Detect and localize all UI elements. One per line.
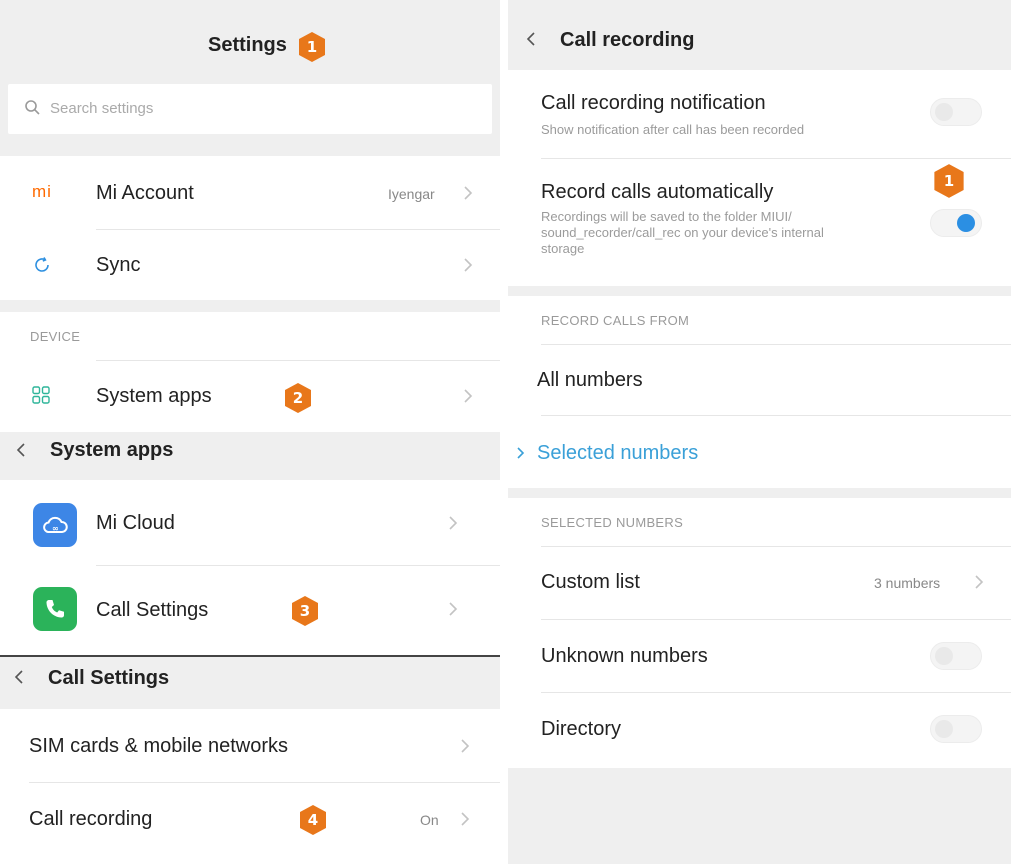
empty-area <box>508 768 1011 864</box>
directory-label: Directory <box>541 718 622 740</box>
settings-item-system-apps[interactable]: System apps 2 <box>0 361 500 432</box>
call-settings-label: Call Settings <box>96 599 209 621</box>
mi-account-label: Mi Account <box>96 182 194 204</box>
system-apps-title: System apps <box>50 439 174 461</box>
call-recording-value: On <box>420 812 439 828</box>
step-badge-icon: 3 <box>290 595 320 627</box>
sync-icon <box>35 257 49 272</box>
directory-toggle[interactable] <box>930 715 982 743</box>
mi-logo-icon: mi <box>32 182 52 201</box>
option-all-numbers[interactable]: All numbers <box>508 345 1011 415</box>
step-badge-icon: 4 <box>298 804 328 836</box>
back-chevron-icon[interactable] <box>524 29 538 49</box>
custom-list-row[interactable]: Custom list 3 numbers <box>508 547 1011 619</box>
chevron-right-icon <box>446 513 460 533</box>
search-placeholder: Search settings <box>50 100 154 117</box>
directory-row[interactable]: Directory <box>508 693 1011 767</box>
mi-cloud-label: Mi Cloud <box>96 512 175 534</box>
chevron-right-icon <box>458 736 472 756</box>
section-gap <box>0 300 500 312</box>
system-apps-label: System apps <box>96 385 212 407</box>
call-settings-item-call-recording[interactable]: Call recording 4 On <box>0 783 500 857</box>
chevron-right-icon <box>458 809 472 829</box>
search-icon <box>25 100 40 115</box>
custom-list-label: Custom list <box>541 571 640 593</box>
system-apps-item-mi-cloud[interactable]: ∞ Mi Cloud <box>0 480 500 566</box>
unknown-numbers-label: Unknown numbers <box>541 645 708 667</box>
auto-record-toggle[interactable] <box>930 209 982 237</box>
option-selected-numbers[interactable]: Selected numbers <box>508 416 1011 488</box>
settings-item-mi-account[interactable]: mi Mi Account Iyengar <box>0 156 500 230</box>
auto-record-title: Record calls automatically <box>541 181 774 203</box>
notification-toggle[interactable] <box>930 98 982 126</box>
panel-gap <box>500 0 508 864</box>
auto-record-row[interactable]: Record calls automatically Recordings wi… <box>508 159 1011 285</box>
back-chevron-icon[interactable] <box>14 440 28 460</box>
call-recording-title: Call recording <box>560 29 695 51</box>
system-apps-item-call-settings[interactable]: Call Settings 3 <box>0 566 500 656</box>
unknown-numbers-toggle[interactable] <box>930 642 982 670</box>
selected-indicator-icon <box>514 443 528 463</box>
all-numbers-label: All numbers <box>537 369 643 391</box>
notification-title: Call recording notification <box>541 92 766 114</box>
phone-icon <box>33 587 77 631</box>
grid-icon <box>32 386 50 404</box>
custom-list-value: 3 numbers <box>874 575 941 591</box>
sync-label: Sync <box>96 254 141 276</box>
section-gap <box>508 488 1011 498</box>
unknown-numbers-row[interactable]: Unknown numbers <box>508 620 1011 692</box>
call-settings-title: Call Settings <box>48 667 170 689</box>
cloud-icon: ∞ <box>33 503 77 547</box>
settings-item-sync[interactable]: Sync <box>0 230 500 300</box>
record-from-header: RECORD CALLS FROM <box>541 313 690 328</box>
back-chevron-icon[interactable] <box>12 667 26 687</box>
device-section-header: DEVICE <box>30 329 81 344</box>
selected-numbers-label: Selected numbers <box>537 442 699 464</box>
sim-cards-label: SIM cards & mobile networks <box>29 735 288 757</box>
chevron-right-icon <box>461 183 475 203</box>
auto-record-subtitle-3: storage <box>541 241 585 256</box>
settings-title: Settings <box>208 34 287 56</box>
step-badge-icon: 2 <box>283 382 313 414</box>
mi-account-value: Iyengar <box>388 186 435 202</box>
notification-subtitle: Show notification after call has been re… <box>541 122 805 137</box>
auto-record-subtitle-1: Recordings will be saved to the folder M… <box>541 209 792 224</box>
section-gap <box>508 286 1011 296</box>
call-recording-label: Call recording <box>29 808 153 830</box>
step-badge-icon: 1 <box>932 163 966 199</box>
search-input[interactable]: Search settings <box>8 84 492 134</box>
notification-row[interactable]: Call recording notification Show notific… <box>508 70 1011 158</box>
chevron-right-icon <box>461 386 475 406</box>
chevron-right-icon <box>461 255 475 275</box>
chevron-right-icon <box>972 572 986 592</box>
step-badge-icon: 1 <box>297 31 327 63</box>
selected-numbers-header: SELECTED NUMBERS <box>541 515 684 530</box>
auto-record-subtitle-2: sound_recorder/call_rec on your device's… <box>541 225 824 240</box>
call-settings-item-sim[interactable]: SIM cards & mobile networks <box>0 709 500 783</box>
chevron-right-icon <box>446 599 460 619</box>
svg-text:∞: ∞ <box>52 524 59 533</box>
